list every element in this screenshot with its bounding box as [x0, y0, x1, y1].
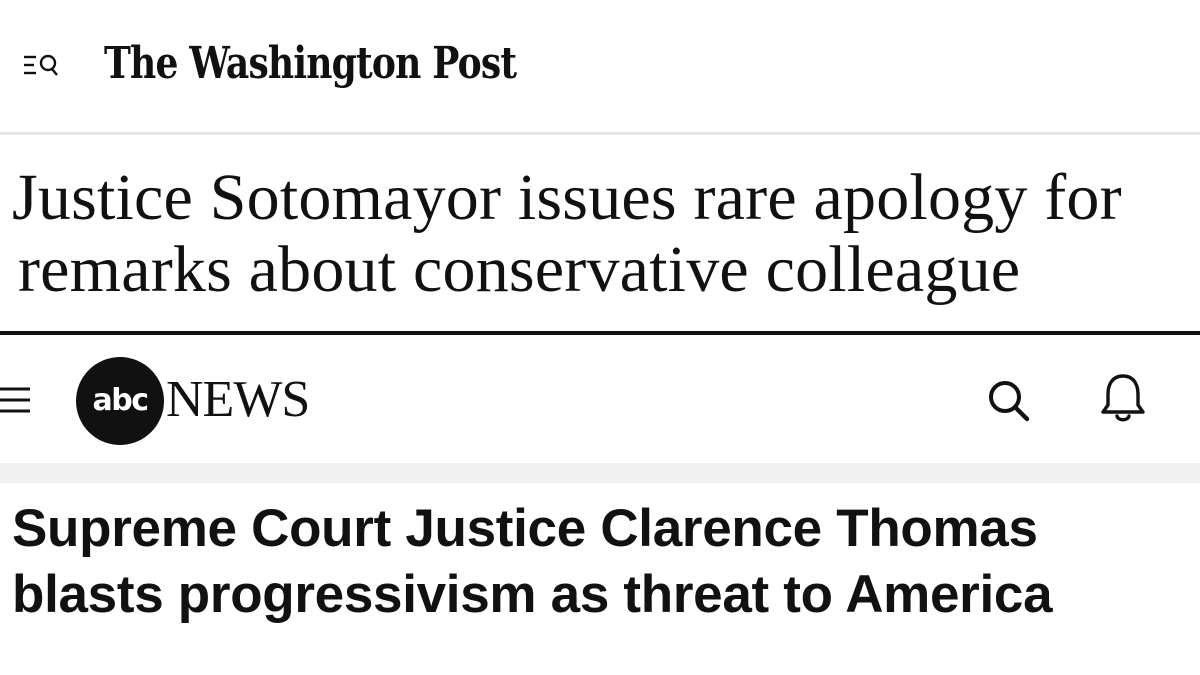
abc-logo-circle-text: abc: [92, 383, 149, 418]
abc-headline-line1: Supreme Court Justice Clarence Thomas: [12, 499, 1038, 558]
abc-headline-line2: blasts progressivism as threat to Americ…: [12, 565, 1053, 624]
wapo-headline-line1: Justice Sotomayor issues rare apology fo…: [12, 161, 1122, 234]
menu-search-icon[interactable]: [22, 52, 64, 82]
wapo-divider: [0, 132, 1200, 135]
wapo-headline-line2: remarks about conservative colleague: [18, 233, 1021, 306]
wapo-logo[interactable]: The Washington Post: [104, 36, 517, 92]
bell-icon[interactable]: [1098, 372, 1148, 426]
abc-header-band: [0, 463, 1200, 483]
search-icon[interactable]: [984, 376, 1032, 424]
wapo-headline[interactable]: Justice Sotomayor issues rare apology fo…: [12, 162, 1198, 306]
hamburger-icon[interactable]: [0, 384, 34, 418]
abc-logo-word[interactable]: NEWS: [166, 370, 310, 430]
abc-headline[interactable]: Supreme Court Justice Clarence Thomas bl…: [12, 496, 1198, 628]
